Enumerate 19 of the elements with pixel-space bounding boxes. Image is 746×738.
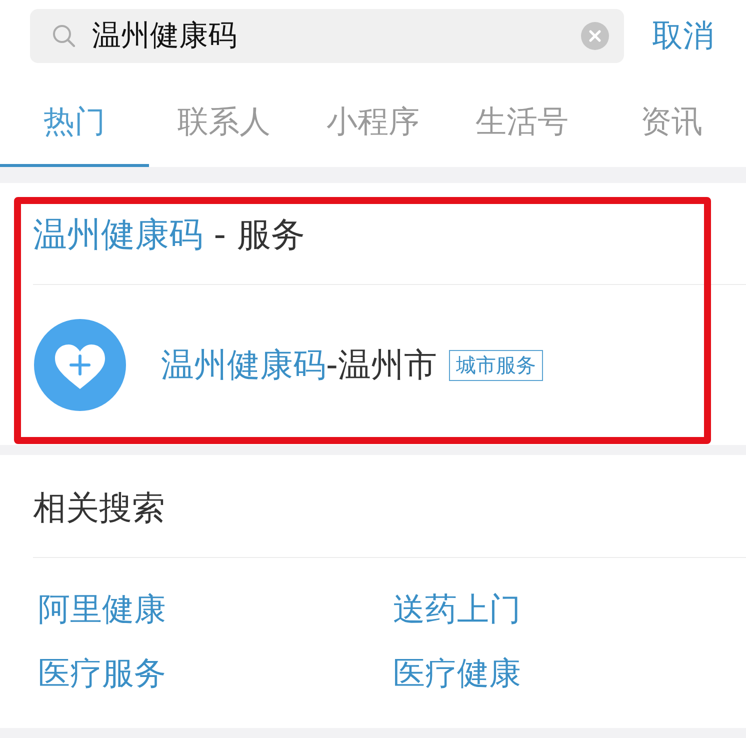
section-heading: 温州健康码 - 服务 <box>33 214 305 256</box>
tab[interactable]: 生活号 <box>448 63 597 167</box>
tab[interactable]: 热门 <box>0 63 150 167</box>
related-search-link[interactable]: 医疗健康 <box>393 652 521 694</box>
related-search-link[interactable]: 送药上门 <box>393 588 521 630</box>
search-icon <box>52 24 75 47</box>
section-heading: 相关搜索 <box>33 486 165 528</box>
result-item[interactable]: 温州健康码-温州市 城市服务 <box>0 285 746 445</box>
tab[interactable]: 资讯 <box>596 63 746 167</box>
category-tag: 城市服务 <box>448 350 543 380</box>
search-field[interactable]: 温州健康码 <box>30 9 624 63</box>
related-search-link[interactable]: 医疗服务 <box>38 652 166 694</box>
heart-plus-icon <box>34 319 126 411</box>
result-title: 温州健康码-温州市 <box>161 344 437 386</box>
tab[interactable]: 联系人 <box>149 63 298 167</box>
clear-icon[interactable] <box>581 22 609 50</box>
tab[interactable]: 小程序 <box>298 63 448 167</box>
cancel-button[interactable]: 取消 <box>652 16 714 56</box>
related-search-link[interactable]: 阿里健康 <box>38 588 166 630</box>
